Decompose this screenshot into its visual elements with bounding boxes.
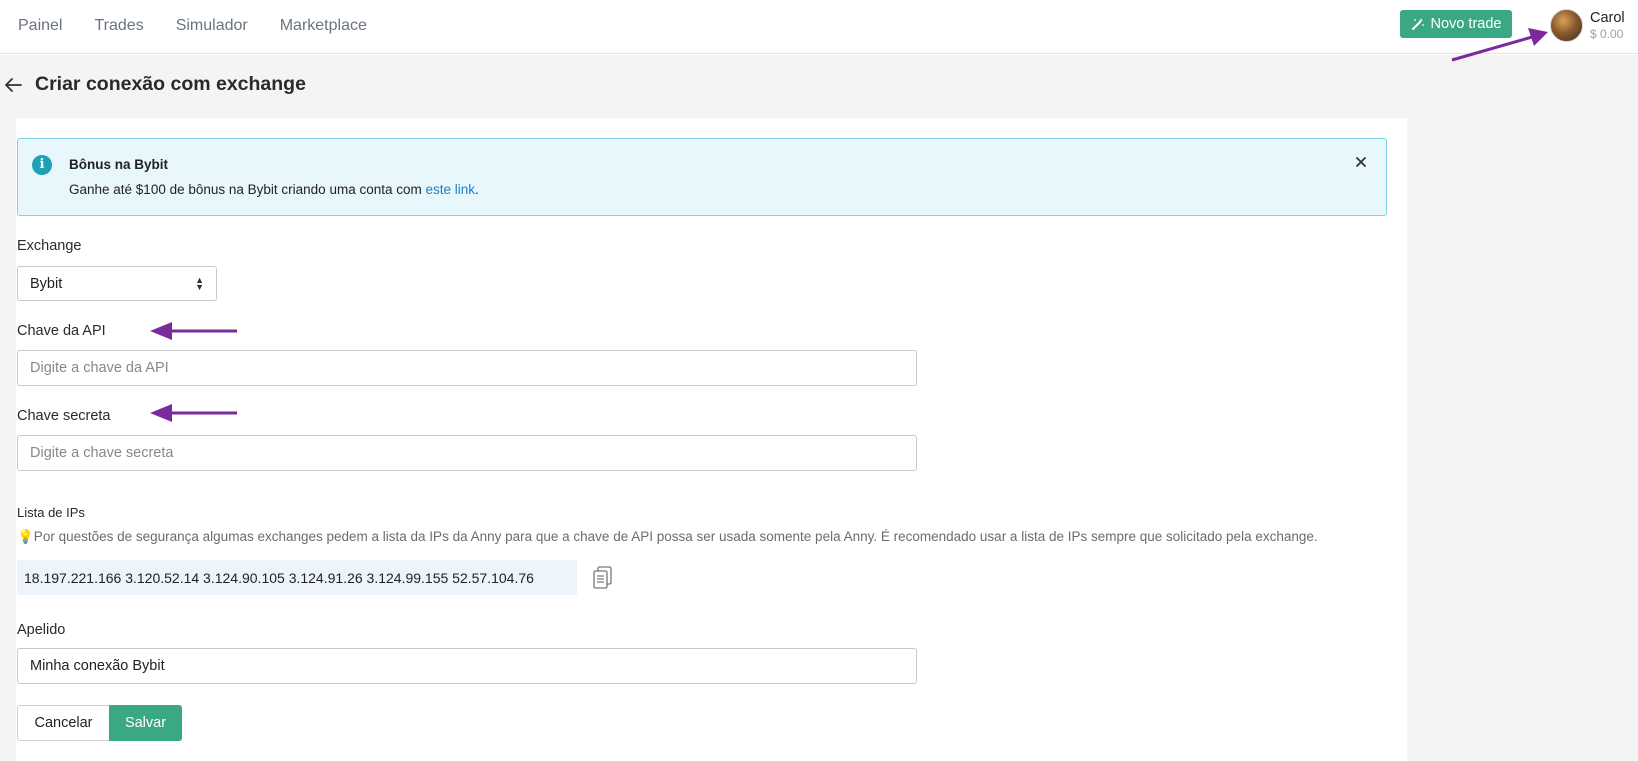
exchange-select[interactable]: Bybit ▲ ▼ <box>17 266 217 301</box>
ips-note: 💡Por questões de segurança algumas excha… <box>17 529 1318 544</box>
copy-icon[interactable] <box>592 565 614 589</box>
user-balance: $ 0.00 <box>1590 27 1624 41</box>
ips-list[interactable]: 18.197.221.166 3.120.52.14 3.124.90.105 … <box>17 560 577 595</box>
select-caret-icon: ▲ ▼ <box>195 275 204 292</box>
save-button[interactable]: Salvar <box>109 705 182 741</box>
nav-item-marketplace[interactable]: Marketplace <box>280 16 367 36</box>
left-gutter <box>0 118 16 761</box>
bonus-alert: i Bônus na Bybit Ganhe até $100 de bônus… <box>17 138 1387 216</box>
secret-key-input[interactable] <box>17 435 917 471</box>
bonus-link[interactable]: este link <box>425 182 475 197</box>
alert-text-after: . <box>475 182 479 197</box>
annotation-arrow-secret-key <box>150 404 237 422</box>
nickname-input[interactable] <box>17 648 917 684</box>
right-gutter <box>1407 118 1638 761</box>
annotation-arrow-avatar <box>1451 28 1548 62</box>
info-icon: i <box>32 155 52 175</box>
alert-title: Bônus na Bybit <box>69 157 169 172</box>
alert-text-before: Ganhe até $100 de bônus na Bybit criando… <box>69 182 426 197</box>
annotation-arrow-api-key <box>150 322 237 340</box>
exchange-label: Exchange <box>17 238 82 254</box>
user-name[interactable]: Carol <box>1590 10 1625 26</box>
cancel-button[interactable]: Cancelar <box>17 705 110 741</box>
back-arrow-icon[interactable] <box>4 73 22 99</box>
alert-text: Ganhe até $100 de bônus na Bybit criando… <box>69 182 479 197</box>
page-title: Criar conexão com exchange <box>35 73 306 95</box>
nav-item-trades[interactable]: Trades <box>94 16 143 36</box>
top-navbar: Painel Trades Simulador Marketplace Novo… <box>0 0 1638 54</box>
nav-item-simulador[interactable]: Simulador <box>176 16 248 36</box>
nickname-label: Apelido <box>17 622 66 638</box>
exchange-select-value: Bybit <box>30 276 63 292</box>
magic-wand-icon <box>1411 18 1424 30</box>
close-icon[interactable] <box>1355 155 1367 173</box>
api-key-label: Chave da API <box>17 323 106 339</box>
avatar[interactable] <box>1550 9 1583 42</box>
secret-key-label: Chave secreta <box>17 408 111 424</box>
api-key-input[interactable] <box>17 350 917 386</box>
main-nav: Painel Trades Simulador Marketplace <box>18 16 399 36</box>
ips-label: Lista de IPs <box>17 505 85 520</box>
nav-item-painel[interactable]: Painel <box>18 16 62 36</box>
